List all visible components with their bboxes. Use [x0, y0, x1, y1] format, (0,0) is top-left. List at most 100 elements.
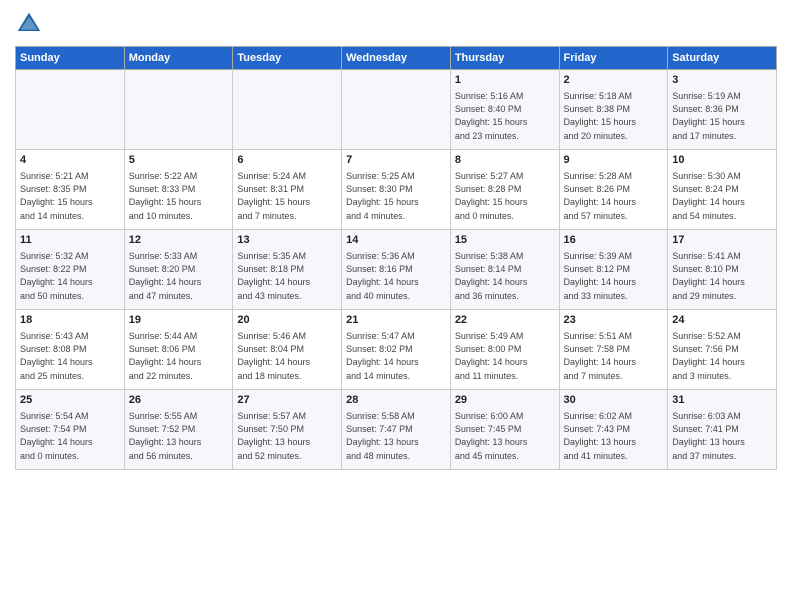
day-cell: 6 Sunrise: 5:24 AM Sunset: 8:31 PM Daylig… [233, 150, 342, 230]
day-number: 22 [455, 313, 555, 328]
day-cell [16, 70, 125, 150]
day-cell: 30 Sunrise: 6:02 AM Sunset: 7:43 PM Dayli… [559, 390, 668, 470]
day-number: 18 [20, 313, 120, 328]
day-info: Sunrise: 5:51 AM Sunset: 7:58 PM Dayligh… [564, 330, 664, 382]
day-number: 16 [564, 233, 664, 248]
day-number: 20 [237, 313, 337, 328]
day-cell: 2 Sunrise: 5:18 AM Sunset: 8:38 PM Daylig… [559, 70, 668, 150]
day-cell [124, 70, 233, 150]
day-cell: 8Sunrise: 5:27 AM Sunset: 8:28 PM Daylig… [450, 150, 559, 230]
day-cell: 5 Sunrise: 5:22 AM Sunset: 8:33 PM Daylig… [124, 150, 233, 230]
day-info: Sunrise: 5:57 AM Sunset: 7:50 PM Dayligh… [237, 410, 337, 462]
day-info: Sunrise: 5:30 AM Sunset: 8:24 PM Dayligh… [672, 170, 772, 222]
day-number: 14 [346, 233, 446, 248]
day-info: Sunrise: 5:25 AM Sunset: 8:30 PM Dayligh… [346, 170, 446, 222]
day-number: 10 [672, 153, 772, 168]
day-cell: 28Sunrise: 5:58 AM Sunset: 7:47 PM Dayli… [342, 390, 451, 470]
day-cell: 1 Sunrise: 5:16 AM Sunset: 8:40 PM Daylig… [450, 70, 559, 150]
day-number: 24 [672, 313, 772, 328]
day-info: Sunrise: 5:19 AM Sunset: 8:36 PM Dayligh… [672, 90, 772, 142]
day-info: Sunrise: 5:24 AM Sunset: 8:31 PM Dayligh… [237, 170, 337, 222]
day-info: Sunrise: 5:52 AM Sunset: 7:56 PM Dayligh… [672, 330, 772, 382]
logo-icon [15, 10, 43, 38]
day-info: Sunrise: 5:54 AM Sunset: 7:54 PM Dayligh… [20, 410, 120, 462]
header-day-monday: Monday [124, 47, 233, 70]
day-cell: 9 Sunrise: 5:28 AM Sunset: 8:26 PM Daylig… [559, 150, 668, 230]
day-cell: 16 Sunrise: 5:39 AM Sunset: 8:12 PM Dayli… [559, 230, 668, 310]
day-number: 7 [346, 153, 446, 168]
day-number: 2 [564, 73, 664, 88]
calendar-table: SundayMondayTuesdayWednesdayThursdayFrid… [15, 46, 777, 470]
day-number: 29 [455, 393, 555, 408]
day-cell: 7 Sunrise: 5:25 AM Sunset: 8:30 PM Daylig… [342, 150, 451, 230]
day-cell: 19 Sunrise: 5:44 AM Sunset: 8:06 PM Dayli… [124, 310, 233, 390]
day-cell: 21Sunrise: 5:47 AM Sunset: 8:02 PM Dayli… [342, 310, 451, 390]
day-cell: 18Sunrise: 5:43 AM Sunset: 8:08 PM Dayli… [16, 310, 125, 390]
day-info: Sunrise: 5:41 AM Sunset: 8:10 PM Dayligh… [672, 250, 772, 302]
day-info: Sunrise: 5:46 AM Sunset: 8:04 PM Dayligh… [237, 330, 337, 382]
day-cell: 25 Sunrise: 5:54 AM Sunset: 7:54 PM Dayli… [16, 390, 125, 470]
day-info: Sunrise: 5:16 AM Sunset: 8:40 PM Dayligh… [455, 90, 555, 142]
day-cell: 24 Sunrise: 5:52 AM Sunset: 7:56 PM Dayli… [668, 310, 777, 390]
day-info: Sunrise: 5:33 AM Sunset: 8:20 PM Dayligh… [129, 250, 229, 302]
day-cell [342, 70, 451, 150]
day-info: Sunrise: 5:28 AM Sunset: 8:26 PM Dayligh… [564, 170, 664, 222]
day-cell: 11 Sunrise: 5:32 AM Sunset: 8:22 PM Dayli… [16, 230, 125, 310]
day-cell: 31 Sunrise: 6:03 AM Sunset: 7:41 PM Dayli… [668, 390, 777, 470]
header-day-tuesday: Tuesday [233, 47, 342, 70]
week-row-4: 18Sunrise: 5:43 AM Sunset: 8:08 PM Dayli… [16, 310, 777, 390]
day-number: 13 [237, 233, 337, 248]
day-info: Sunrise: 5:22 AM Sunset: 8:33 PM Dayligh… [129, 170, 229, 222]
day-info: Sunrise: 6:03 AM Sunset: 7:41 PM Dayligh… [672, 410, 772, 462]
day-cell: 13 Sunrise: 5:35 AM Sunset: 8:18 PM Dayli… [233, 230, 342, 310]
day-info: Sunrise: 5:21 AM Sunset: 8:35 PM Dayligh… [20, 170, 120, 222]
day-number: 19 [129, 313, 229, 328]
day-number: 25 [20, 393, 120, 408]
day-cell [233, 70, 342, 150]
day-number: 26 [129, 393, 229, 408]
day-info: Sunrise: 6:02 AM Sunset: 7:43 PM Dayligh… [564, 410, 664, 462]
week-row-3: 11 Sunrise: 5:32 AM Sunset: 8:22 PM Dayli… [16, 230, 777, 310]
calendar-body: 1 Sunrise: 5:16 AM Sunset: 8:40 PM Daylig… [16, 70, 777, 470]
day-info: Sunrise: 5:55 AM Sunset: 7:52 PM Dayligh… [129, 410, 229, 462]
day-number: 21 [346, 313, 446, 328]
day-number: 8 [455, 153, 555, 168]
day-cell: 20 Sunrise: 5:46 AM Sunset: 8:04 PM Dayli… [233, 310, 342, 390]
day-cell: 15 Sunrise: 5:38 AM Sunset: 8:14 PM Dayli… [450, 230, 559, 310]
day-info: Sunrise: 5:35 AM Sunset: 8:18 PM Dayligh… [237, 250, 337, 302]
day-cell: 4Sunrise: 5:21 AM Sunset: 8:35 PM Daylig… [16, 150, 125, 230]
header [15, 10, 777, 38]
day-cell: 10 Sunrise: 5:30 AM Sunset: 8:24 PM Dayli… [668, 150, 777, 230]
day-cell: 22 Sunrise: 5:49 AM Sunset: 8:00 PM Dayli… [450, 310, 559, 390]
header-day-friday: Friday [559, 47, 668, 70]
day-number: 6 [237, 153, 337, 168]
day-cell: 23 Sunrise: 5:51 AM Sunset: 7:58 PM Dayli… [559, 310, 668, 390]
day-number: 23 [564, 313, 664, 328]
day-number: 12 [129, 233, 229, 248]
day-info: Sunrise: 5:38 AM Sunset: 8:14 PM Dayligh… [455, 250, 555, 302]
header-day-sunday: Sunday [16, 47, 125, 70]
day-cell: 29 Sunrise: 6:00 AM Sunset: 7:45 PM Dayli… [450, 390, 559, 470]
day-info: Sunrise: 6:00 AM Sunset: 7:45 PM Dayligh… [455, 410, 555, 462]
week-row-2: 4Sunrise: 5:21 AM Sunset: 8:35 PM Daylig… [16, 150, 777, 230]
day-number: 30 [564, 393, 664, 408]
day-number: 11 [20, 233, 120, 248]
calendar-header: SundayMondayTuesdayWednesdayThursdayFrid… [16, 47, 777, 70]
day-number: 1 [455, 73, 555, 88]
page: SundayMondayTuesdayWednesdayThursdayFrid… [0, 0, 792, 485]
day-number: 31 [672, 393, 772, 408]
day-cell: 12 Sunrise: 5:33 AM Sunset: 8:20 PM Dayli… [124, 230, 233, 310]
week-row-1: 1 Sunrise: 5:16 AM Sunset: 8:40 PM Daylig… [16, 70, 777, 150]
day-number: 27 [237, 393, 337, 408]
day-number: 5 [129, 153, 229, 168]
day-cell: 26 Sunrise: 5:55 AM Sunset: 7:52 PM Dayli… [124, 390, 233, 470]
day-info: Sunrise: 5:18 AM Sunset: 8:38 PM Dayligh… [564, 90, 664, 142]
day-cell: 17Sunrise: 5:41 AM Sunset: 8:10 PM Dayli… [668, 230, 777, 310]
day-info: Sunrise: 5:32 AM Sunset: 8:22 PM Dayligh… [20, 250, 120, 302]
day-number: 9 [564, 153, 664, 168]
day-info: Sunrise: 5:39 AM Sunset: 8:12 PM Dayligh… [564, 250, 664, 302]
day-info: Sunrise: 5:44 AM Sunset: 8:06 PM Dayligh… [129, 330, 229, 382]
day-info: Sunrise: 5:49 AM Sunset: 8:00 PM Dayligh… [455, 330, 555, 382]
header-day-wednesday: Wednesday [342, 47, 451, 70]
day-number: 15 [455, 233, 555, 248]
